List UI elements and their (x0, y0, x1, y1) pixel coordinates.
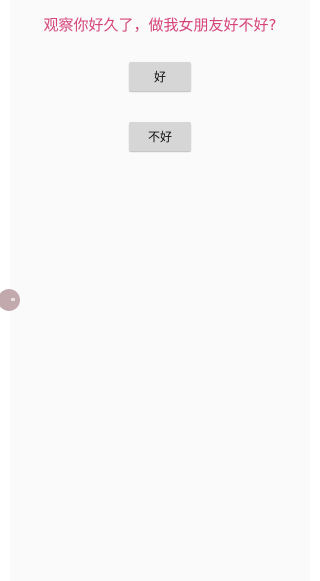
floating-handle[interactable] (0, 289, 20, 311)
no-button[interactable]: 不好 (129, 122, 191, 151)
yes-button[interactable]: 好 (129, 62, 191, 91)
assistive-touch-icon (0, 289, 20, 311)
handle-mark (11, 298, 15, 301)
question-title: 观察你好久了，做我女朋友好不好? (43, 16, 277, 34)
